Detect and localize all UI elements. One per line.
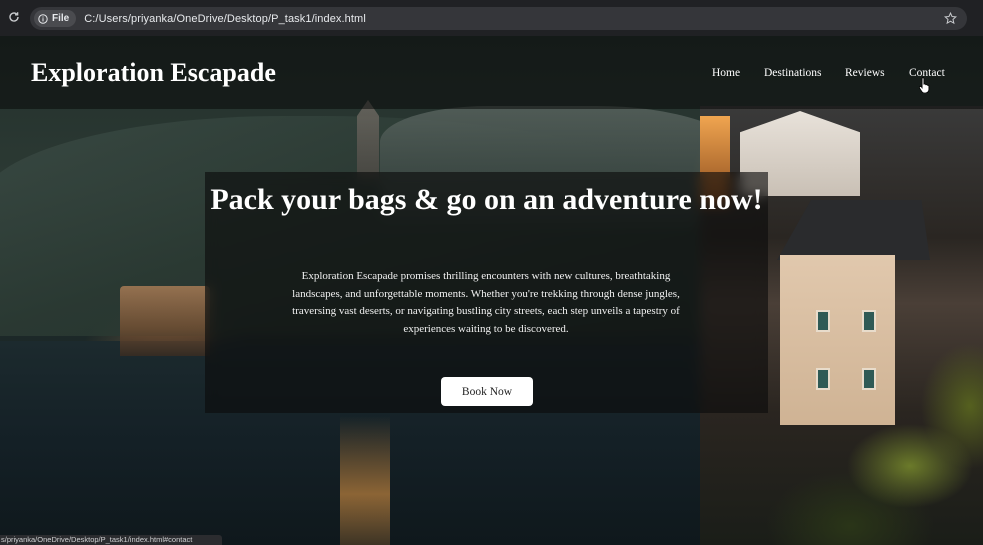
navbar: Exploration Escapade Home Destinations R… xyxy=(0,36,983,109)
status-bar-url: s/priyanka/OneDrive/Desktop/P_task1/inde… xyxy=(0,535,222,545)
site-info-chip[interactable]: File xyxy=(34,10,77,27)
info-icon xyxy=(38,13,48,24)
browser-toolbar: File C:/Users/priyanka/OneDrive/Desktop/… xyxy=(0,0,983,36)
star-icon[interactable] xyxy=(944,12,957,25)
scheme-label: File xyxy=(52,13,70,24)
foliage-shape xyxy=(760,336,983,545)
village-shape xyxy=(120,286,210,356)
nav-link-destinations[interactable]: Destinations xyxy=(764,67,822,79)
hero-description: Exploration Escapade promises thrilling … xyxy=(292,270,680,335)
church-spire-shape xyxy=(357,100,379,180)
window-shape xyxy=(816,310,830,332)
hero-title: Pack your bags & go on an adventure now! xyxy=(210,183,763,216)
book-now-button[interactable]: Book Now xyxy=(441,377,533,406)
window-shape xyxy=(862,310,876,332)
nav-link-home[interactable]: Home xyxy=(712,67,740,79)
url-text[interactable]: C:/Users/priyanka/OneDrive/Desktop/P_tas… xyxy=(84,13,366,25)
cursor-icon xyxy=(919,77,930,93)
nav-link-reviews[interactable]: Reviews xyxy=(845,67,885,79)
reload-icon[interactable] xyxy=(8,11,20,23)
address-bar[interactable]: File C:/Users/priyanka/OneDrive/Desktop/… xyxy=(30,7,967,30)
light-reflection xyxy=(340,416,390,545)
nav-links: Home Destinations Reviews Contact xyxy=(0,67,983,81)
